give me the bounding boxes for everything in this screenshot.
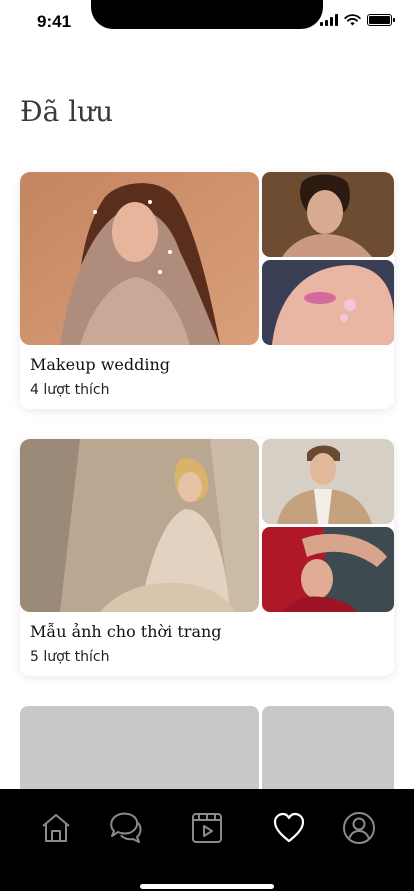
collection-title: Mẫu ảnh cho thời trang [30, 622, 222, 641]
collection-thumbnail-image [262, 439, 394, 524]
chat-icon [110, 812, 142, 843]
status-bar: 9:41 [0, 0, 414, 44]
heart-icon [273, 812, 305, 843]
nav-chat-button[interactable] [106, 808, 146, 848]
status-time: 9:41 [37, 12, 72, 31]
collection-cover-image [20, 172, 259, 345]
collection-likes: 5 lượt thích [30, 649, 110, 665]
nav-profile-button[interactable] [339, 808, 379, 848]
wifi-icon [344, 14, 361, 26]
profile-icon [343, 812, 375, 844]
collection-card-fashion-models[interactable]: Mẫu ảnh cho thời trang 5 lượt thích [20, 439, 394, 676]
collection-likes: 4 lượt thích [30, 382, 110, 398]
video-icon [192, 813, 222, 843]
battery-icon [367, 14, 395, 26]
notch [91, 0, 323, 29]
collection-card-makeup-wedding[interactable]: Makeup wedding 4 lượt thích [20, 172, 394, 409]
collection-thumbnail-image [262, 172, 394, 257]
home-indicator [140, 884, 274, 889]
collection-title: Makeup wedding [30, 355, 171, 374]
nav-saved-button[interactable] [269, 808, 309, 848]
bottom-navigation [0, 789, 414, 891]
nav-video-button[interactable] [187, 808, 227, 848]
status-icons [320, 14, 395, 26]
nav-home-button[interactable] [36, 808, 76, 848]
signal-icon [320, 14, 338, 26]
collection-thumbnail-image [262, 260, 394, 345]
home-icon [42, 814, 70, 842]
collection-thumbnail-image [262, 527, 394, 612]
collection-cover-image [20, 439, 259, 612]
page-title: Đã lưu [20, 95, 114, 128]
